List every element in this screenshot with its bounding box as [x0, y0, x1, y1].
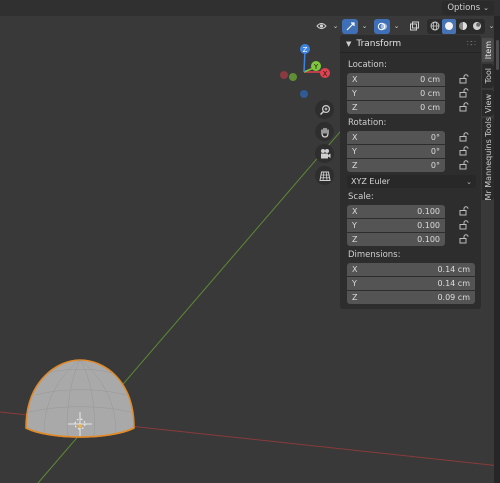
location-label: Location: — [348, 60, 387, 70]
pan-hand-icon[interactable] — [315, 122, 334, 141]
rotation-label: Rotation: — [348, 118, 387, 128]
rotation-x-axis: X — [352, 133, 358, 142]
material-shading-icon[interactable] — [456, 19, 470, 34]
rotation-x-field[interactable]: X 0° — [347, 131, 445, 144]
tab-item-label: Item — [483, 40, 493, 60]
scale-y-value: 0.100 — [417, 221, 440, 230]
chevron-down-icon: ⌄ — [466, 177, 472, 186]
rotation-x-value: 0° — [430, 133, 440, 142]
rotation-y-value: 0° — [430, 147, 440, 156]
scale-x-axis: X — [352, 207, 358, 216]
navigation-gizmo[interactable]: Z Y X — [270, 40, 338, 102]
sidebar-scroll-thumb[interactable] — [496, 40, 499, 70]
lock-rotation-z-icon[interactable] — [459, 160, 469, 170]
wireframe-shading-icon[interactable] — [428, 19, 442, 34]
location-y-axis: Y — [352, 89, 357, 98]
options-button[interactable]: Options ⌄ — [442, 1, 494, 15]
scale-z-field[interactable]: Z 0.100 — [347, 233, 445, 246]
lock-location-x-icon[interactable] — [459, 74, 469, 84]
scale-z-value: 0.100 — [417, 235, 440, 244]
rotation-z-value: 0° — [430, 161, 440, 170]
shading-mode-group — [427, 18, 485, 34]
ortho-grid-icon[interactable] — [315, 166, 334, 185]
rotation-z-axis: Z — [352, 161, 358, 170]
lock-location-z-icon[interactable] — [459, 102, 469, 112]
location-y-value: 0 cm — [420, 89, 440, 98]
lock-rotation-x-icon[interactable] — [459, 132, 469, 142]
gizmo-dropdown-chevron-icon[interactable]: ⌄ — [360, 19, 369, 34]
scale-label: Scale: — [348, 192, 374, 202]
dimensions-z-axis: Z — [352, 293, 358, 302]
location-y-field[interactable]: Y 0 cm — [347, 87, 445, 100]
sidebar-scrollbar[interactable] — [494, 16, 500, 483]
visibility-dropdown-chevron-icon[interactable]: ⌄ — [331, 19, 340, 34]
gizmo-toggle-icon[interactable] — [342, 18, 358, 34]
gizmo-x-label: X — [323, 70, 328, 78]
rotation-z-field[interactable]: Z 0° — [347, 159, 445, 172]
transform-panel-title: Transform — [356, 38, 402, 49]
selected-hemisphere-object[interactable] — [25, 359, 135, 438]
scale-z-axis: Z — [352, 235, 358, 244]
lock-scale-x-icon[interactable] — [459, 206, 469, 216]
overlays-icon[interactable] — [374, 18, 390, 34]
dimensions-z-value: 0.09 cm — [437, 293, 470, 302]
viewport-top-strip: Options ⌄ — [0, 0, 500, 16]
tab-view[interactable]: View — [482, 90, 494, 116]
dimensions-y-field[interactable]: Y 0.14 cm — [347, 277, 475, 290]
gizmo-z-label: Z — [303, 46, 308, 54]
scale-y-axis: Y — [352, 221, 357, 230]
tab-view-label: View — [483, 93, 493, 113]
gizmo-neg-z-dot[interactable] — [300, 90, 308, 98]
gizmo-neg-x-dot[interactable] — [280, 71, 288, 79]
rotation-y-axis: Y — [352, 147, 357, 156]
scale-x-field[interactable]: X 0.100 — [347, 205, 445, 218]
gizmo-neg-y-dot[interactable] — [289, 73, 297, 81]
tab-mr-mannequins-tools[interactable]: Mr Mannequins Tools — [482, 117, 494, 201]
scale-y-field[interactable]: Y 0.100 — [347, 219, 445, 232]
dimensions-x-field[interactable]: X 0.14 cm — [347, 263, 475, 276]
sidebar-tabs: Item Tool View Mr Mannequins Tools — [482, 38, 494, 458]
overlays-dropdown-chevron-icon[interactable]: ⌄ — [392, 19, 401, 34]
chevron-down-icon: ⌄ — [483, 4, 489, 12]
location-z-value: 0 cm — [420, 103, 440, 112]
drag-grip-icon[interactable]: ∷∷ — [467, 39, 476, 48]
viewport-header-tools: ⌄ ⌄ ⌄ ⌄ — [313, 18, 496, 34]
location-z-axis: Z — [352, 103, 358, 112]
rotation-mode-select[interactable]: XYZ Euler ⌄ — [347, 175, 476, 188]
location-x-axis: X — [352, 75, 358, 84]
lock-location-y-icon[interactable] — [459, 88, 469, 98]
object-origin-point — [78, 424, 82, 428]
tab-item[interactable]: Item — [482, 38, 494, 62]
solid-shading-icon[interactable] — [442, 18, 456, 34]
visibility-icon[interactable] — [313, 19, 329, 34]
location-z-field[interactable]: Z 0 cm — [347, 101, 445, 114]
tab-tool-label: Tool — [483, 68, 493, 84]
dimensions-x-value: 0.14 cm — [437, 265, 470, 274]
dimensions-z-field[interactable]: Z 0.09 cm — [347, 291, 475, 304]
camera-view-icon[interactable] — [315, 144, 334, 163]
dimensions-x-axis: X — [352, 265, 358, 274]
location-x-field[interactable]: X 0 cm — [347, 73, 445, 86]
location-x-value: 0 cm — [420, 75, 440, 84]
collapse-arrow-icon[interactable]: ▼ — [346, 40, 351, 48]
rendered-shading-icon[interactable] — [470, 19, 484, 34]
lock-scale-z-icon[interactable] — [459, 234, 469, 244]
lock-rotation-y-icon[interactable] — [459, 146, 469, 156]
options-label: Options — [447, 3, 481, 13]
tab-tool[interactable]: Tool — [482, 64, 494, 88]
dimensions-y-value: 0.14 cm — [437, 279, 470, 288]
transform-panel: ▼ Transform ∷∷ Location: X 0 cm Y 0 cm Z 0 … — [340, 35, 481, 309]
scale-x-value: 0.100 — [417, 207, 440, 216]
transform-panel-header[interactable]: ▼ Transform ∷∷ — [340, 35, 481, 53]
rotation-y-field[interactable]: Y 0° — [347, 145, 445, 158]
dimensions-y-axis: Y — [352, 279, 357, 288]
zoom-icon[interactable] — [315, 100, 334, 119]
tab-mr-mannequins-tools-label: Mr Mannequins Tools — [483, 117, 493, 201]
dimensions-label: Dimensions: — [348, 250, 401, 260]
xray-icon[interactable] — [406, 19, 422, 34]
rotation-mode-value: XYZ Euler — [351, 177, 390, 186]
gizmo-y-label: Y — [313, 63, 319, 71]
lock-scale-y-icon[interactable] — [459, 220, 469, 230]
